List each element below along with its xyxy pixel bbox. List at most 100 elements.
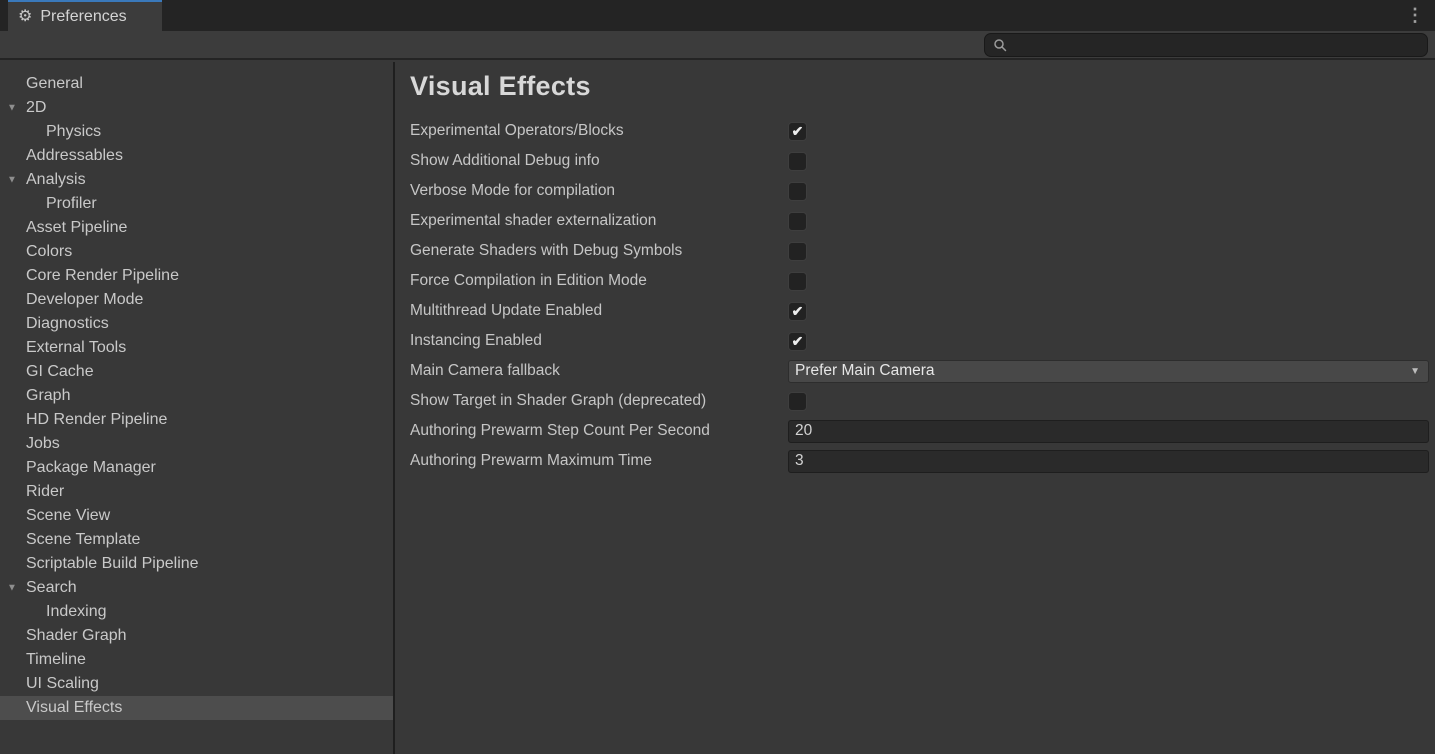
sidebar-item-label: Search bbox=[26, 579, 77, 597]
sidebar-item-scriptable-build-pipeline[interactable]: Scriptable Build Pipeline bbox=[0, 552, 393, 576]
sidebar-item-scene-view[interactable]: Scene View bbox=[0, 504, 393, 528]
sidebar-item-label: HD Render Pipeline bbox=[26, 411, 167, 429]
sidebar-item-external-tools[interactable]: External Tools bbox=[0, 336, 393, 360]
sidebar-item-label: Indexing bbox=[46, 603, 107, 621]
sidebar-item-label: Physics bbox=[46, 123, 101, 141]
sidebar-item-label: Visual Effects bbox=[26, 699, 122, 717]
tab-preferences[interactable]: ⚙ Preferences bbox=[8, 0, 162, 31]
checkbox-force-compilation-in-edition-mode[interactable] bbox=[788, 272, 807, 291]
gear-icon: ⚙ bbox=[18, 9, 32, 25]
kebab-menu-icon[interactable]: ⋮ bbox=[1405, 0, 1425, 31]
sidebar-item-label: Profiler bbox=[46, 195, 97, 213]
sidebar-item-label: GI Cache bbox=[26, 363, 94, 381]
setting-row: Authoring Prewarm Maximum Time bbox=[395, 446, 1435, 476]
text-field-authoring-prewarm-maximum-time[interactable] bbox=[788, 450, 1429, 473]
sidebar-item-gi-cache[interactable]: GI Cache bbox=[0, 360, 393, 384]
setting-label: Instancing Enabled bbox=[410, 332, 788, 350]
sidebar-item-rider[interactable]: Rider bbox=[0, 480, 393, 504]
dropdown-value: Prefer Main Camera bbox=[795, 362, 1410, 380]
checkbox-show-additional-debug-info[interactable] bbox=[788, 152, 807, 171]
expander-triangle-icon[interactable]: ▼ bbox=[7, 175, 17, 186]
setting-control: ✔ bbox=[788, 332, 1429, 351]
setting-control bbox=[788, 420, 1429, 443]
sidebar-item-label: External Tools bbox=[26, 339, 126, 357]
checkbox-show-target-in-shader-graph-deprecated[interactable] bbox=[788, 392, 807, 411]
setting-control: ✔ bbox=[788, 122, 1429, 141]
sidebar-item-profiler[interactable]: Profiler bbox=[0, 192, 393, 216]
sidebar-item-label: Rider bbox=[26, 483, 64, 501]
sidebar-item-label: Jobs bbox=[26, 435, 60, 453]
setting-control: Prefer Main Camera▼ bbox=[788, 360, 1429, 383]
checkmark-icon: ✔ bbox=[789, 123, 806, 140]
setting-row: Instancing Enabled ✔ bbox=[395, 326, 1435, 356]
setting-label: Authoring Prewarm Maximum Time bbox=[410, 452, 788, 470]
sidebar-item-visual-effects[interactable]: Visual Effects bbox=[0, 696, 393, 720]
sidebar-item-package-manager[interactable]: Package Manager bbox=[0, 456, 393, 480]
sidebar-item-search[interactable]: ▼ Search bbox=[0, 576, 393, 600]
setting-label: Authoring Prewarm Step Count Per Second bbox=[410, 422, 788, 440]
sidebar-item-developer-mode[interactable]: Developer Mode bbox=[0, 288, 393, 312]
sidebar-item-label: 2D bbox=[26, 99, 46, 117]
setting-row: Experimental shader externalization bbox=[395, 206, 1435, 236]
main-panel: Visual Effects Experimental Operators/Bl… bbox=[395, 62, 1435, 754]
sidebar-item-2d[interactable]: ▼ 2D bbox=[0, 96, 393, 120]
sidebar-item-label: Timeline bbox=[26, 651, 86, 669]
checkbox-instancing-enabled[interactable]: ✔ bbox=[788, 332, 807, 351]
setting-row: Generate Shaders with Debug Symbols bbox=[395, 236, 1435, 266]
expander-triangle-icon[interactable]: ▼ bbox=[7, 103, 17, 114]
sidebar-item-hd-render-pipeline[interactable]: HD Render Pipeline bbox=[0, 408, 393, 432]
sidebar-item-label: Asset Pipeline bbox=[26, 219, 127, 237]
setting-row: Show Additional Debug info bbox=[395, 146, 1435, 176]
sidebar-item-analysis[interactable]: ▼ Analysis bbox=[0, 168, 393, 192]
setting-label: Multithread Update Enabled bbox=[410, 302, 788, 320]
setting-label: Experimental shader externalization bbox=[410, 212, 788, 230]
checkbox-multithread-update-enabled[interactable]: ✔ bbox=[788, 302, 807, 321]
checkbox-experimental-operators-blocks[interactable]: ✔ bbox=[788, 122, 807, 141]
search-input[interactable] bbox=[1012, 35, 1419, 55]
setting-label: Force Compilation in Edition Mode bbox=[410, 272, 788, 290]
setting-row: Multithread Update Enabled ✔ bbox=[395, 296, 1435, 326]
sidebar-item-physics[interactable]: Physics bbox=[0, 120, 393, 144]
sidebar-item-shader-graph[interactable]: Shader Graph bbox=[0, 624, 393, 648]
sidebar-item-label: Analysis bbox=[26, 171, 86, 189]
checkmark-icon: ✔ bbox=[789, 303, 806, 320]
setting-control bbox=[788, 450, 1429, 473]
sidebar-item-scene-template[interactable]: Scene Template bbox=[0, 528, 393, 552]
text-field-authoring-prewarm-step-count-per-second[interactable] bbox=[788, 420, 1429, 443]
checkbox-verbose-mode-for-compilation[interactable] bbox=[788, 182, 807, 201]
setting-row: Authoring Prewarm Step Count Per Second bbox=[395, 416, 1435, 446]
tab-title: Preferences bbox=[40, 8, 126, 26]
sidebar-item-timeline[interactable]: Timeline bbox=[0, 648, 393, 672]
sidebar-item-general[interactable]: General bbox=[0, 72, 393, 96]
setting-control bbox=[788, 212, 1429, 231]
dropdown-main-camera-fallback[interactable]: Prefer Main Camera▼ bbox=[788, 360, 1429, 383]
sidebar-item-label: Colors bbox=[26, 243, 72, 261]
setting-label: Show Additional Debug info bbox=[410, 152, 788, 170]
sidebar-item-label: Diagnostics bbox=[26, 315, 109, 333]
sidebar-item-label: Core Render Pipeline bbox=[26, 267, 179, 285]
setting-label: Generate Shaders with Debug Symbols bbox=[410, 242, 788, 260]
page-title: Visual Effects bbox=[395, 62, 1435, 101]
sidebar-item-label: UI Scaling bbox=[26, 675, 99, 693]
checkbox-generate-shaders-with-debug-symbols[interactable] bbox=[788, 242, 807, 261]
sidebar-item-label: Addressables bbox=[26, 147, 123, 165]
sidebar-item-label: Scene Template bbox=[26, 531, 140, 549]
sidebar-item-jobs[interactable]: Jobs bbox=[0, 432, 393, 456]
sidebar-item-diagnostics[interactable]: Diagnostics bbox=[0, 312, 393, 336]
expander-triangle-icon[interactable]: ▼ bbox=[7, 583, 17, 594]
sidebar-item-ui-scaling[interactable]: UI Scaling bbox=[0, 672, 393, 696]
sidebar-item-core-render-pipeline[interactable]: Core Render Pipeline bbox=[0, 264, 393, 288]
sidebar-item-addressables[interactable]: Addressables bbox=[0, 144, 393, 168]
setting-label: Main Camera fallback bbox=[410, 362, 788, 380]
content-area: General ▼ 2D Physics Addressables ▼ Anal… bbox=[0, 62, 1435, 754]
setting-row: Force Compilation in Edition Mode bbox=[395, 266, 1435, 296]
sidebar-item-colors[interactable]: Colors bbox=[0, 240, 393, 264]
search-icon bbox=[993, 38, 1007, 52]
setting-label: Experimental Operators/Blocks bbox=[410, 122, 788, 140]
search-box bbox=[984, 33, 1428, 57]
sidebar-item-indexing[interactable]: Indexing bbox=[0, 600, 393, 624]
sidebar-item-asset-pipeline[interactable]: Asset Pipeline bbox=[0, 216, 393, 240]
sidebar-item-graph[interactable]: Graph bbox=[0, 384, 393, 408]
titlebar: ⚙ Preferences ⋮ bbox=[0, 0, 1435, 31]
checkbox-experimental-shader-externalization[interactable] bbox=[788, 212, 807, 231]
